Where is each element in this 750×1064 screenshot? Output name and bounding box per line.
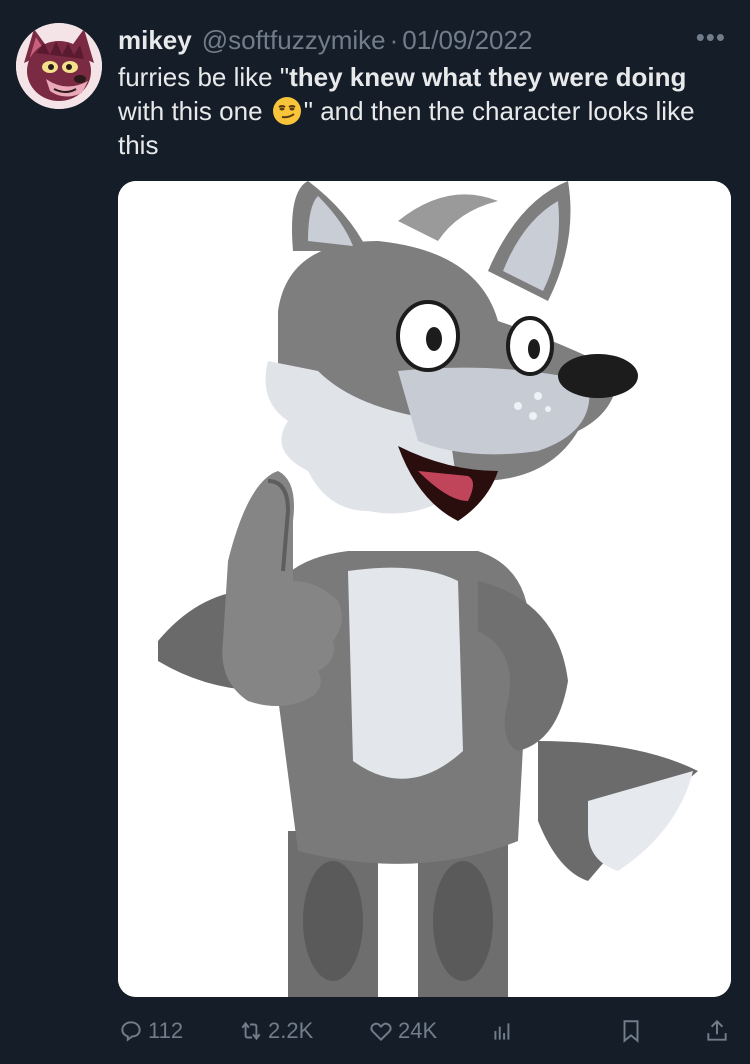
heart-icon (370, 1022, 392, 1042)
bookmark-icon (623, 1020, 639, 1043)
more-options-icon[interactable]: ••• (696, 22, 726, 53)
wolf-avatar-icon (16, 23, 102, 109)
like-count: 24K (398, 1018, 438, 1043)
author-name[interactable]: mikey (118, 25, 192, 56)
share-icon (707, 1019, 727, 1041)
tweet-text-part2: with this one (118, 96, 270, 126)
bookmark-button[interactable] (618, 1018, 648, 1044)
reply-button[interactable]: 112 (118, 1018, 183, 1044)
analytics-icon (494, 1023, 510, 1040)
smirking-face-emoji-icon (272, 97, 301, 125)
like-button[interactable]: 24K (368, 1018, 437, 1044)
tweet-media[interactable] (118, 181, 731, 997)
retweet-count: 2.2K (268, 1018, 314, 1043)
retweet-icon (241, 1021, 261, 1041)
views-button[interactable] (490, 1018, 520, 1044)
tweet-text: furries be like "they knew what they wer… (118, 60, 733, 162)
reply-count: 112 (148, 1018, 184, 1043)
separator-dot: · (389, 24, 399, 55)
cartoon-wolf-thumbs-up-image (118, 181, 731, 997)
tweet-text-bold: they knew what they were doing (289, 62, 687, 92)
tweet-actions: 112 2.2K 24K (118, 1010, 736, 1050)
author-handle[interactable]: @softfuzzymike (202, 25, 386, 56)
tweet-date[interactable]: 01/09/2022 (402, 25, 532, 56)
avatar[interactable] (16, 23, 102, 109)
reply-icon (121, 1021, 141, 1042)
retweet-button[interactable]: 2.2K (238, 1018, 313, 1044)
tweet-header: mikey @softfuzzymike · 01/09/2022 ••• (118, 22, 730, 58)
share-button[interactable] (704, 1018, 734, 1044)
tweet-text-part1: furries be like " (118, 62, 290, 92)
